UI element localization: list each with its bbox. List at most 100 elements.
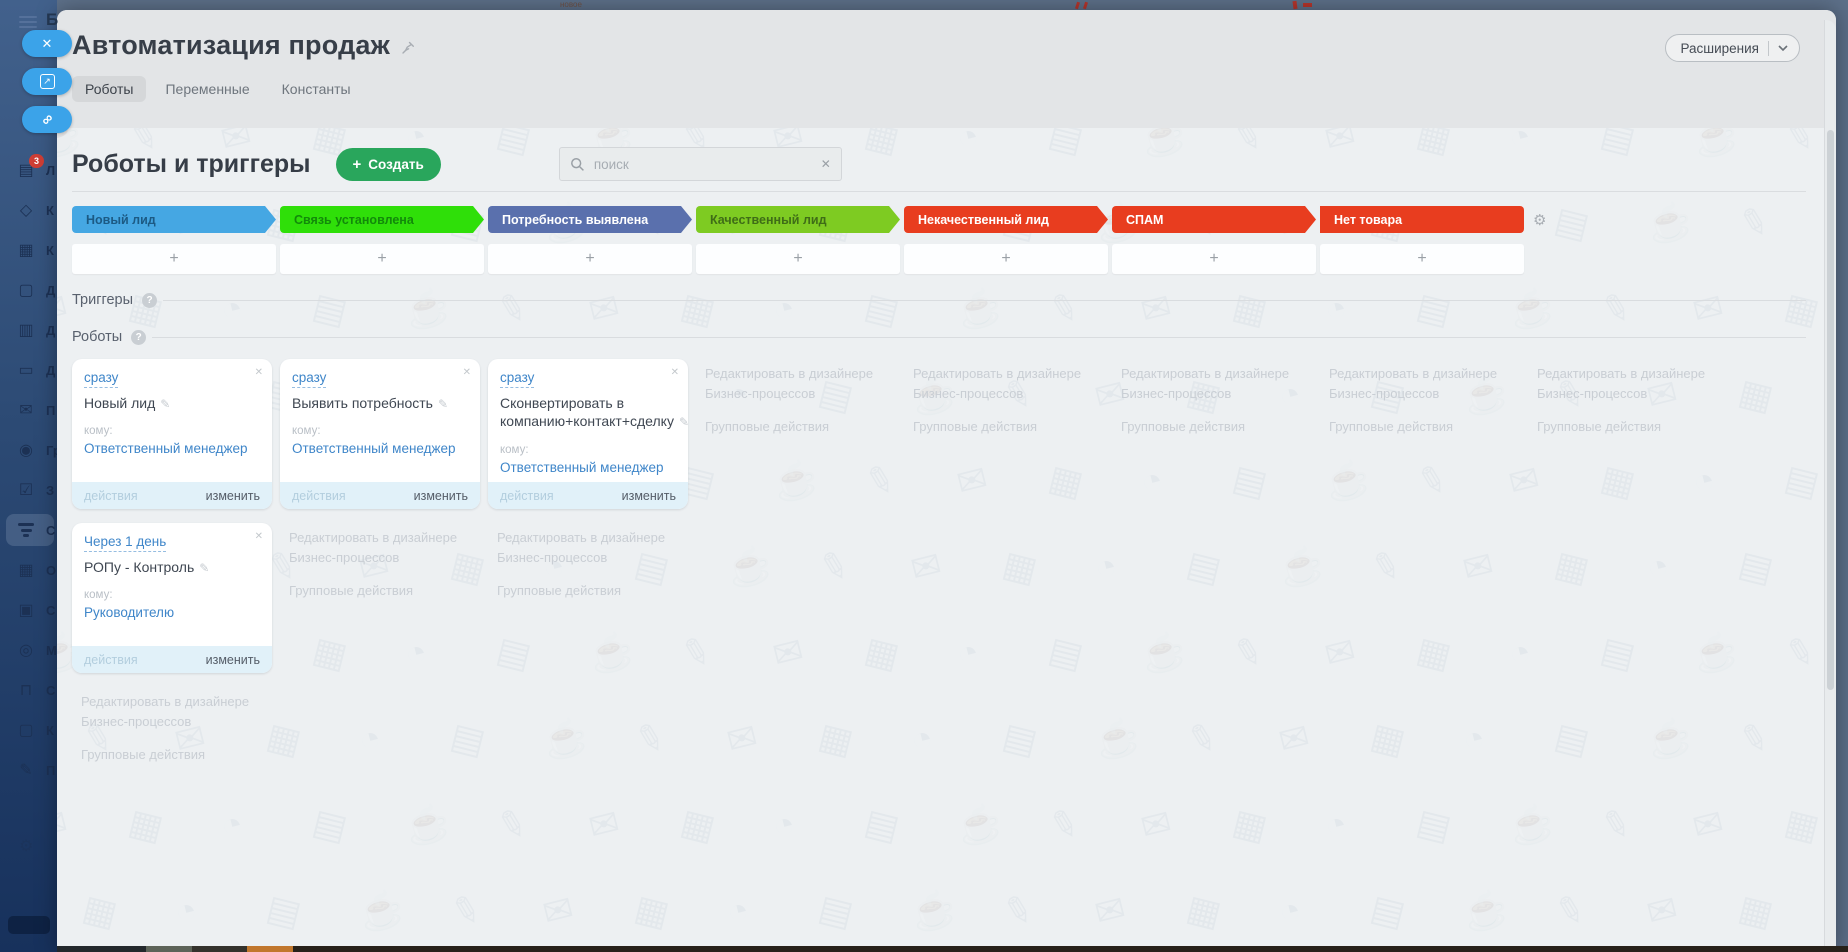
edit-designer-link[interactable]: Редактировать в дизайнере Бизнес-процесс… xyxy=(289,528,465,567)
actions-link[interactable]: действия xyxy=(84,489,138,503)
add-robot-button-4[interactable]: + xyxy=(696,244,900,274)
close-icon[interactable]: ✕ xyxy=(255,367,263,378)
copy-link-icon: ∞ xyxy=(38,110,56,128)
close-icon[interactable]: ✕ xyxy=(671,367,679,378)
edit-designer-link[interactable]: Редактировать в дизайнере Бизнес-процесс… xyxy=(1537,364,1713,403)
actions-link[interactable]: действия xyxy=(500,489,554,503)
sidebar-item-tasks[interactable]: ☑ З xyxy=(0,470,57,510)
group-actions-link[interactable]: Групповые действия xyxy=(705,417,888,437)
close-icon[interactable]: ✕ xyxy=(255,531,263,542)
sign-icon: ✎ xyxy=(16,760,36,780)
stage-5[interactable]: Некачественный лид xyxy=(904,206,1108,233)
group-actions-link[interactable]: Групповые действия xyxy=(289,581,472,601)
robot-card: ✕ сразу Новый лид✎ кому: Ответственный м… xyxy=(72,359,272,509)
create-button[interactable]: + Создать xyxy=(336,148,441,181)
sidebar-item-boards[interactable]: ▥ Д xyxy=(0,310,57,350)
modal-scrollbar[interactable] xyxy=(1824,20,1836,952)
close-icon[interactable]: ✕ xyxy=(463,367,471,378)
sidebar-item-calendar[interactable]: ▦ К xyxy=(0,230,57,270)
sidebar-item-label: Д xyxy=(46,283,55,298)
edit-link[interactable]: изменить xyxy=(622,489,676,503)
stage-7[interactable]: Нет товара xyxy=(1320,206,1524,233)
robot-card: ✕ сразу Сконвертировать в компанию+конта… xyxy=(488,359,688,509)
stage-1[interactable]: Новый лид xyxy=(72,206,276,233)
edit-pencil-icon[interactable]: ✎ xyxy=(199,561,209,575)
tab-constants[interactable]: Константы xyxy=(269,76,364,102)
sidebar-item-copilot[interactable]: ◇ К xyxy=(0,190,57,230)
stage-6[interactable]: СПАМ xyxy=(1112,206,1316,233)
group-actions-link[interactable]: Групповые действия xyxy=(1329,417,1512,437)
edit-designer-link[interactable]: Редактировать в дизайнере Бизнес-процесс… xyxy=(705,364,881,403)
sidebar-item-mail[interactable]: ✉ П xyxy=(0,390,57,430)
add-robot-button-3[interactable]: + xyxy=(488,244,692,274)
sidebar-settings-gear-icon[interactable]: ⚙ xyxy=(19,836,33,856)
sidebar-item-shop[interactable]: ⊓ С xyxy=(0,670,57,710)
strip-segment xyxy=(293,946,1848,952)
edit-pencil-icon[interactable]: ✎ xyxy=(438,397,448,411)
sidebar-item-sign[interactable]: ✎ П xyxy=(0,750,57,790)
edit-designer-link[interactable]: Редактировать в дизайнере Бизнес-процесс… xyxy=(81,692,257,731)
sidebar-item-label: Д xyxy=(46,323,55,338)
robot-assignee-link[interactable]: Ответственный менеджер xyxy=(292,441,456,456)
sidebar-item-disk[interactable]: ▭ Д xyxy=(0,350,57,390)
sidebar-item-crm[interactable]: С xyxy=(0,510,57,550)
edit-link[interactable]: изменить xyxy=(206,489,260,503)
search-input[interactable] xyxy=(592,156,821,173)
robot-assignee-link[interactable]: Руководителю xyxy=(84,605,174,620)
taskbar-strip xyxy=(57,946,1848,952)
actions-link[interactable]: действия xyxy=(292,489,346,503)
sidebar-item-feed[interactable]: ▤3 Л xyxy=(0,150,57,190)
edit-designer-link[interactable]: Редактировать в дизайнере Бизнес-процесс… xyxy=(1329,364,1505,403)
sidebar-collapse-button[interactable] xyxy=(8,916,50,934)
robot-when-link[interactable]: сразу xyxy=(84,370,118,388)
stage-2[interactable]: Связь установлена xyxy=(280,206,484,233)
close-slider-button[interactable]: ✕ xyxy=(22,30,72,57)
open-in-new-button[interactable]: ↗ xyxy=(22,68,72,95)
robot-when-link[interactable]: сразу xyxy=(500,370,534,388)
edit-designer-link[interactable]: Редактировать в дизайнере Бизнес-процесс… xyxy=(497,528,673,567)
add-robot-button-6[interactable]: + xyxy=(1112,244,1316,274)
tab-variables[interactable]: Переменные xyxy=(152,76,262,102)
sidebar-item-marketing[interactable]: ◎ М xyxy=(0,630,57,670)
stages-settings-gear-icon[interactable]: ⚙ xyxy=(1533,211,1546,229)
sidebar-item-sites[interactable]: ▣ С xyxy=(0,590,57,630)
edit-link[interactable]: изменить xyxy=(414,489,468,503)
group-actions-link[interactable]: Групповые действия xyxy=(1537,417,1720,437)
group-actions-link[interactable]: Групповые действия xyxy=(1121,417,1304,437)
hamburger-menu-icon[interactable] xyxy=(19,13,37,31)
group-actions-link[interactable]: Групповые действия xyxy=(81,745,264,765)
sidebar-item-label: П xyxy=(46,763,55,778)
add-robot-button-7[interactable]: + xyxy=(1320,244,1524,274)
add-robot-button-2[interactable]: + xyxy=(280,244,484,274)
add-robot-button-5[interactable]: + xyxy=(904,244,1108,274)
sidebar-item-documents[interactable]: ▢ Д xyxy=(0,270,57,310)
group-actions-link[interactable]: Групповые действия xyxy=(913,417,1096,437)
edit-designer-link[interactable]: Редактировать в дизайнере Бизнес-процесс… xyxy=(913,364,1089,403)
edit-pencil-icon[interactable]: ✎ xyxy=(679,415,688,429)
sidebar-item-groups[interactable]: ◉ Гр xyxy=(0,430,57,470)
edit-link[interactable]: изменить xyxy=(206,653,260,667)
search-clear-icon[interactable]: ✕ xyxy=(821,157,831,171)
stage-4[interactable]: Качественный лид xyxy=(696,206,900,233)
edit-pencil-icon[interactable]: ✎ xyxy=(160,397,170,411)
divider xyxy=(72,191,1806,192)
triggers-help-icon[interactable]: ? xyxy=(142,293,157,308)
robot-assignee-link[interactable]: Ответственный менеджер xyxy=(84,441,248,456)
add-robot-button-1[interactable]: + xyxy=(72,244,276,274)
robot-when-link[interactable]: сразу xyxy=(292,370,326,388)
feed-icon: ▤3 xyxy=(16,160,36,180)
pin-icon[interactable] xyxy=(400,40,416,56)
stage-3[interactable]: Потребность выявлена xyxy=(488,206,692,233)
tab-robots[interactable]: Роботы xyxy=(72,76,146,102)
actions-link[interactable]: действия xyxy=(84,653,138,667)
edit-designer-link[interactable]: Редактировать в дизайнере Бизнес-процесс… xyxy=(1121,364,1297,403)
robot-assignee-link[interactable]: Ответственный менеджер xyxy=(500,460,664,475)
sidebar-item-booking[interactable]: ▦ О xyxy=(0,550,57,590)
copy-link-button[interactable]: ∞ xyxy=(22,106,72,133)
robots-help-icon[interactable]: ? xyxy=(131,330,146,345)
robot-when-link[interactable]: Через 1 день xyxy=(84,534,166,552)
extensions-button[interactable]: Расширения xyxy=(1665,34,1800,62)
scrollbar-thumb[interactable] xyxy=(1827,130,1834,690)
group-actions-link[interactable]: Групповые действия xyxy=(497,581,680,601)
sidebar-item-contracts[interactable]: ▢ К xyxy=(0,710,57,750)
